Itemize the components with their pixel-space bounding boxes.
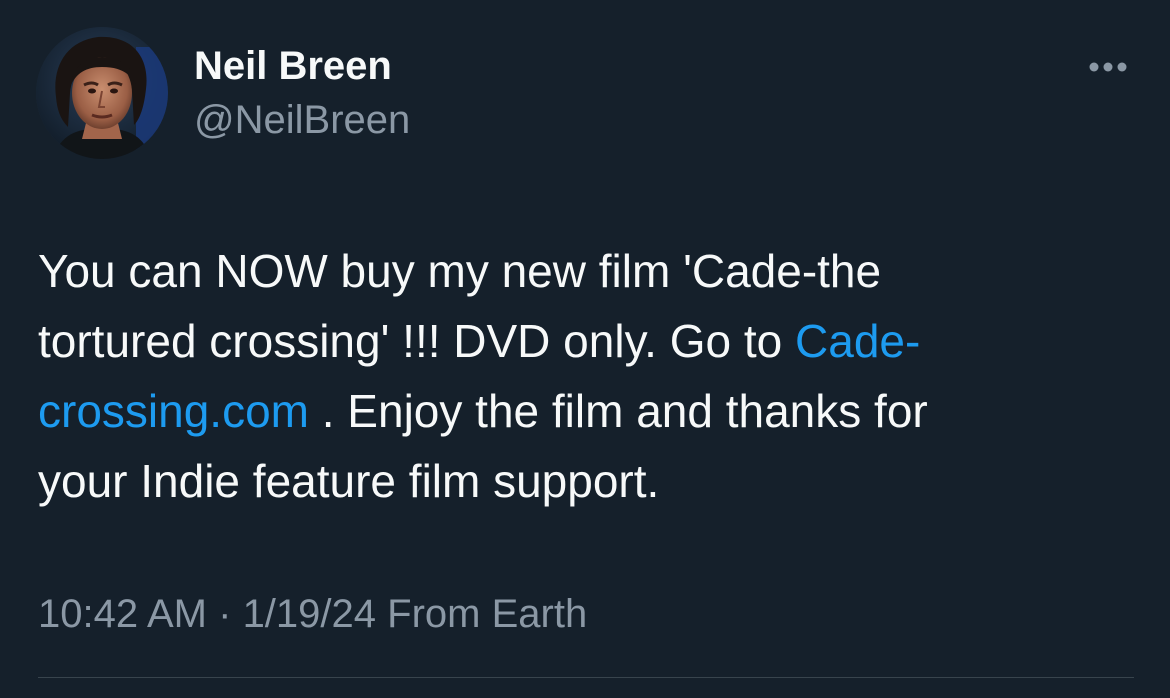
author-display-name[interactable]: Neil Breen [194, 42, 392, 90]
website-link[interactable]: Cade- [795, 315, 920, 367]
tweet-source: From Earth [376, 592, 588, 636]
tweet-text-line: tortured crossing' !!! DVD only. Go to C… [38, 306, 1138, 376]
tweet-metadata: 10:42 AM · 1/19/24 From Earth [38, 588, 587, 640]
tweet-text-segment: tortured crossing' !!! DVD only. Go to [38, 315, 796, 367]
avatar-portrait [36, 27, 168, 159]
tweet-text-line: your Indie feature film support. [38, 455, 660, 507]
divider [38, 677, 1134, 678]
tweet-date[interactable]: 1/19/24 [243, 592, 376, 636]
tweet-text-segment: . Enjoy the film and thanks for [308, 385, 928, 437]
meta-separator: · [207, 592, 243, 636]
tweet: Neil Breen @NeilBreen You can NOW buy my… [0, 0, 1170, 698]
tweet-text-line: You can NOW buy my new film 'Cade-the [38, 245, 882, 297]
tweet-time[interactable]: 10:42 AM [38, 592, 207, 636]
tweet-text: You can NOW buy my new film 'Cade-the to… [38, 236, 1138, 516]
author-handle[interactable]: @NeilBreen [194, 96, 410, 144]
more-horizontal-icon [1089, 62, 1127, 72]
tweet-text-line: crossing.com . Enjoy the film and thanks… [38, 376, 1138, 446]
avatar[interactable] [36, 27, 168, 159]
more-options-button[interactable] [1080, 50, 1136, 84]
website-link[interactable]: crossing.com [38, 385, 309, 437]
